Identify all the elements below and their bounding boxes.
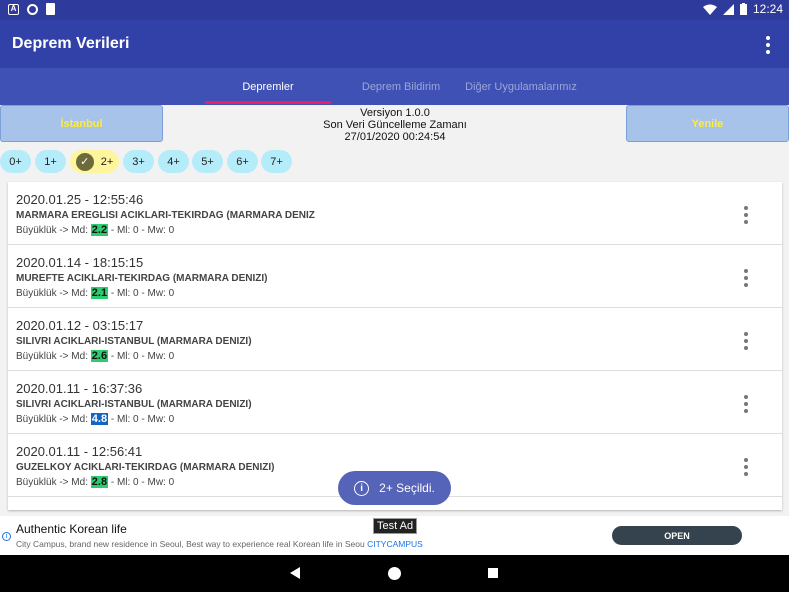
ad-body: City Campus, brand new residence in Seou… <box>16 539 423 549</box>
selection-toast: i 2+ Seçildi. <box>338 471 451 505</box>
app-title: Deprem Verileri <box>12 35 130 52</box>
md-value: 2.1 <box>90 287 109 299</box>
quake-date: 2020.01.11 - 16:37:36 <box>16 381 143 396</box>
home-icon[interactable] <box>388 567 401 580</box>
active-tab-indicator <box>205 101 331 104</box>
magnitude-rest: - Ml: 0 - Mw: 0 <box>108 225 175 236</box>
info-icon: i <box>354 480 370 496</box>
quake-location: GUZELKOY ACIKLARI-TEKIRDAG (MARMARA DENI… <box>16 462 275 473</box>
list-item[interactable]: 2020.01.25 - 12:55:46 MARMARA EREGLISI A… <box>8 182 782 245</box>
ad-open-button[interactable]: OPEN <box>612 526 742 545</box>
ad-advertiser: CITYCAMPUS <box>367 539 423 549</box>
md-value: 2.2 <box>90 224 109 236</box>
filter-chip-5[interactable]: 5+ <box>192 150 223 173</box>
tab-deprem-bildirim[interactable]: Deprem Bildirim <box>340 81 462 93</box>
md-value: 2.6 <box>90 350 109 362</box>
list-item[interactable]: 2020.01.14 - 18:15:15 MUREFTE ACIKLARI-T… <box>8 245 782 308</box>
recent-apps-icon[interactable] <box>488 568 498 578</box>
signal-icon <box>722 3 734 15</box>
refresh-button[interactable]: Yenile <box>626 105 789 142</box>
filter-chip-4[interactable]: 4+ <box>158 150 189 173</box>
update-label: Son Veri Güncelleme Zamanı <box>323 119 467 131</box>
md-value: 4.8 <box>90 413 109 425</box>
system-nav-bar <box>0 555 789 592</box>
filter-chip-0[interactable]: 0+ <box>0 150 31 173</box>
quake-magnitude: Büyüklük -> Md: 2.6 - Ml: 0 - Mw: 0 <box>16 350 174 362</box>
battery-icon <box>739 3 747 15</box>
quake-date: 2020.01.12 - 03:15:17 <box>16 318 144 333</box>
magnitude-prefix: Büyüklük -> Md: <box>16 225 88 236</box>
notification-circle-icon <box>27 3 38 15</box>
list-item[interactable]: 2020.01.12 - 03:15:17 SILIVRI ACIKLARI-I… <box>8 308 782 371</box>
wifi-icon <box>702 4 717 15</box>
magnitude-prefix: Büyüklük -> Md: <box>16 414 88 425</box>
filter-chip-2[interactable]: ✓ 2+ <box>70 150 119 173</box>
list-item[interactable]: 2020.01.11 - 16:37:36 SILIVRI ACIKLARI-I… <box>8 371 782 434</box>
quake-location: MARMARA EREGLISI ACIKLARI-TEKIRDAG (MARM… <box>16 210 315 221</box>
tab-depremler[interactable]: Depremler <box>205 81 331 93</box>
back-icon[interactable] <box>290 567 300 579</box>
item-menu-icon[interactable] <box>744 458 748 476</box>
overflow-menu-icon[interactable] <box>765 36 771 54</box>
notification-a-icon: A <box>8 3 19 15</box>
status-bar: A 12:24 <box>0 0 789 20</box>
update-time: 27/01/2020 00:24:54 <box>344 131 446 143</box>
filter-chip-label: 2+ <box>100 155 114 168</box>
ad-body-text: City Campus, brand new residence in Seou… <box>16 539 365 549</box>
version-text: Versiyon 1.0.0 <box>360 107 430 119</box>
version-info: Versiyon 1.0.0 Son Veri Güncelleme Zaman… <box>290 107 500 143</box>
quake-magnitude: Büyüklük -> Md: 4.8 - Ml: 0 - Mw: 0 <box>16 413 174 425</box>
quake-date: 2020.01.25 - 12:55:46 <box>16 192 144 207</box>
item-menu-icon[interactable] <box>744 206 748 224</box>
quake-location: SILIVRI ACIKLARI-ISTANBUL (MARMARA DENIZ… <box>16 336 252 347</box>
magnitude-rest: - Ml: 0 - Mw: 0 <box>108 477 175 488</box>
quake-location: SILIVRI ACIKLARI-ISTANBUL (MARMARA DENIZ… <box>16 399 252 410</box>
check-icon: ✓ <box>75 152 94 171</box>
md-value: 2.8 <box>90 476 109 488</box>
magnitude-prefix: Büyüklük -> Md: <box>16 477 88 488</box>
tab-bar: Depremler Deprem Bildirim Diğer Uygulama… <box>0 68 789 105</box>
status-time: 12:24 <box>752 2 783 16</box>
app-bar: Deprem Verileri <box>0 20 789 68</box>
earthquake-list: 2020.01.25 - 12:55:46 MARMARA EREGLISI A… <box>8 182 782 510</box>
quake-magnitude: Büyüklük -> Md: 2.8 - Ml: 0 - Mw: 0 <box>16 476 174 488</box>
tab-diger-uygulamalar[interactable]: Diğer Uygulamalarımız <box>462 81 580 93</box>
ad-info-icon[interactable]: i <box>2 532 11 541</box>
magnitude-rest: - Ml: 0 - Mw: 0 <box>108 288 175 299</box>
quake-date: 2020.01.11 - 12:56:41 <box>16 444 143 459</box>
magnitude-rest: - Ml: 0 - Mw: 0 <box>108 414 175 425</box>
magnitude-prefix: Büyüklük -> Md: <box>16 351 88 362</box>
quake-magnitude: Büyüklük -> Md: 2.1 - Ml: 0 - Mw: 0 <box>16 287 174 299</box>
item-menu-icon[interactable] <box>744 395 748 413</box>
toast-text: 2+ Seçildi. <box>379 481 435 495</box>
item-menu-icon[interactable] <box>744 269 748 287</box>
sd-card-icon <box>46 3 55 15</box>
test-ad-badge: Test Ad <box>373 518 418 534</box>
filter-chip-1[interactable]: 1+ <box>35 150 66 173</box>
magnitude-rest: - Ml: 0 - Mw: 0 <box>108 351 175 362</box>
item-menu-icon[interactable] <box>744 332 748 350</box>
filter-chip-3[interactable]: 3+ <box>123 150 154 173</box>
filter-chip-6[interactable]: 6+ <box>227 150 258 173</box>
city-button[interactable]: İstanbul <box>0 105 163 142</box>
quake-magnitude: Büyüklük -> Md: 2.2 - Ml: 0 - Mw: 0 <box>16 224 174 236</box>
ad-headline: Authentic Korean life <box>16 522 127 536</box>
quake-location: MUREFTE ACIKLARI-TEKIRDAG (MARMARA DENIZ… <box>16 273 268 284</box>
filter-chip-7[interactable]: 7+ <box>261 150 292 173</box>
quake-date: 2020.01.14 - 18:15:15 <box>16 255 144 270</box>
magnitude-prefix: Büyüklük -> Md: <box>16 288 88 299</box>
ad-banner[interactable]: Test Ad i Authentic Korean life City Cam… <box>0 516 789 555</box>
